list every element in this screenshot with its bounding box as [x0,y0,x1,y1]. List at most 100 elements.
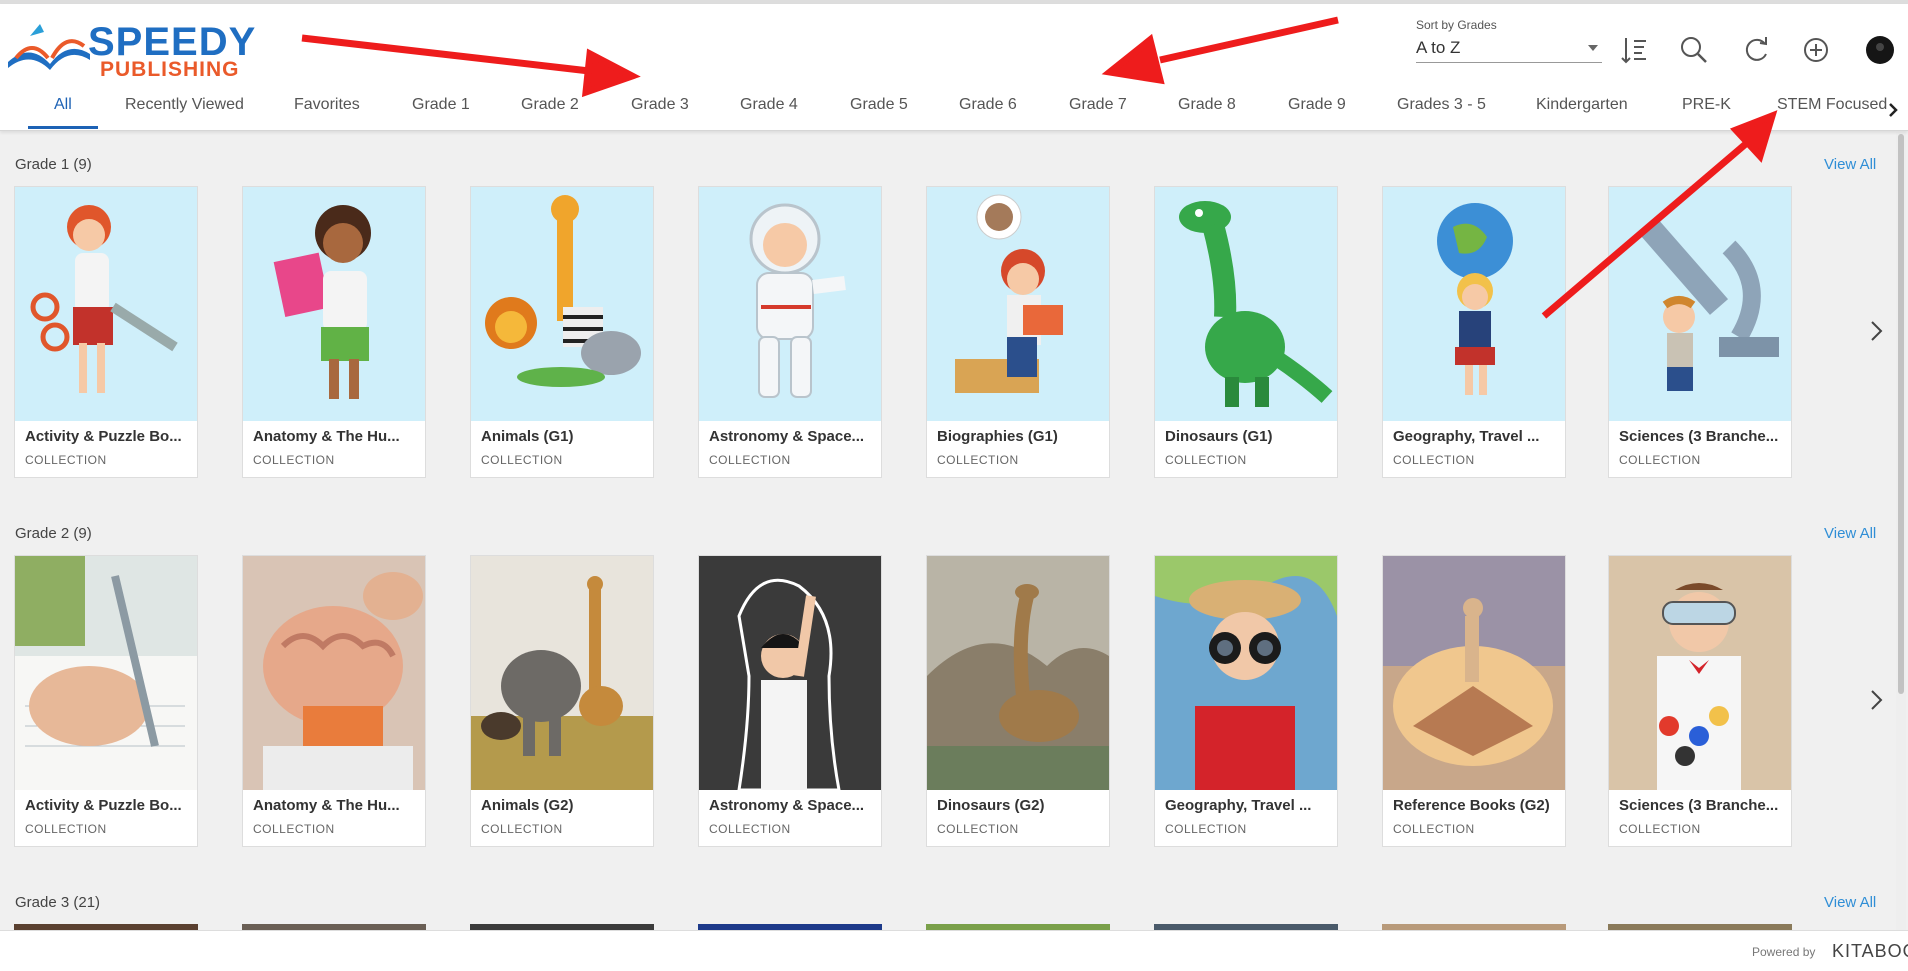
collection-card[interactable]: Astronomy & Space... COLLECTION [698,555,882,847]
collection-card[interactable]: Astronomy & Space... COLLECTION [698,186,882,478]
collection-card[interactable]: Sciences (3 Branche... COLLECTION [1608,555,1792,847]
card-title: Anatomy & The Hu... [253,428,400,445]
card-type: COLLECTION [937,822,1019,836]
card-title: Astronomy & Space... [709,797,865,814]
footer: Powered by KITABOO [0,930,1908,971]
refresh-icon[interactable] [1738,32,1774,68]
card-thumbnail [243,556,425,790]
collection-card[interactable]: Dinosaurs (G2) COLLECTION [926,555,1110,847]
book-logo-icon [8,24,90,70]
card-title: Animals (G2) [481,797,574,814]
powered-by-label: Powered by [1752,945,1816,959]
tab-grade-4[interactable]: Grade 4 [740,96,798,114]
collection-card[interactable]: Biographies (G1) COLLECTION [926,186,1110,478]
sort-order-icon[interactable] [1616,32,1652,68]
card-type: COLLECTION [253,822,335,836]
tab-grade-3[interactable]: Grade 3 [631,96,689,114]
tab-grade-2[interactable]: Grade 2 [521,96,579,114]
card-title: Astronomy & Space... [709,428,865,445]
card-thumbnail [1609,556,1791,790]
card-type: COLLECTION [1619,822,1701,836]
tab-all[interactable]: All [54,96,72,114]
card-thumbnail [699,556,881,790]
collection-card[interactable]: Geography, Travel ... COLLECTION [1154,555,1338,847]
collection-card[interactable]: Anatomy & The Hu... COLLECTION [242,555,426,847]
collection-card[interactable]: Animals (G1) COLLECTION [470,186,654,478]
add-icon[interactable] [1798,32,1834,68]
tab-kindergarten[interactable]: Kindergarten [1536,96,1628,114]
card-title: Animals (G1) [481,428,574,445]
card-title: Reference Books (G2) [1393,797,1550,814]
card-type: COLLECTION [253,453,335,467]
card-title: Biographies (G1) [937,428,1058,445]
tab-grade-7[interactable]: Grade 7 [1069,96,1127,114]
collection-card[interactable]: Reference Books (G2) COLLECTION [1382,555,1566,847]
kitaboo-logo: KITABOO [1832,941,1908,961]
card-title: Geography, Travel ... [1393,428,1540,445]
card-thumbnail [15,556,197,790]
sort-dropdown[interactable]: A to Z [1416,34,1602,63]
card-thumbnail [1383,556,1565,790]
card-thumbnail [1383,187,1565,421]
card-thumbnail [243,187,425,421]
collection-card[interactable]: Sciences (3 Branche... COLLECTION [1608,186,1792,478]
grade-tabs: All Recently Viewed Favorites Grade 1 Gr… [0,82,1908,130]
row-next-icon[interactable] [1864,316,1888,346]
card-thumbnail [699,187,881,421]
card-title: Activity & Puzzle Bo... [25,797,182,814]
tab-grade-8[interactable]: Grade 8 [1178,96,1236,114]
card-thumbnail [15,187,197,421]
search-icon[interactable] [1676,32,1712,68]
tab-grade-9[interactable]: Grade 9 [1288,96,1346,114]
tab-grade-5[interactable]: Grade 5 [850,96,908,114]
card-title: Activity & Puzzle Bo... [25,428,182,445]
app-header: SPEEDY PUBLISHING Sort by Grades A to Z … [0,4,1908,131]
collection-card[interactable]: Anatomy & The Hu... COLLECTION [242,186,426,478]
collection-card[interactable]: Activity & Puzzle Bo... COLLECTION [14,555,198,847]
view-all-grade-2[interactable]: View All [1824,525,1876,542]
section-title-grade-1: Grade 1 (9) [15,156,92,173]
card-title: Sciences (3 Branche... [1619,797,1779,814]
brand-subname: PUBLISHING [100,58,240,81]
card-type: COLLECTION [25,822,107,836]
tab-grades-3-5[interactable]: Grades 3 - 5 [1397,96,1486,114]
tab-stem-focused[interactable]: STEM Focused [1777,96,1887,114]
brand-logo[interactable]: SPEEDY PUBLISHING [4,18,255,82]
card-thumbnail [1155,187,1337,421]
tab-grade-1[interactable]: Grade 1 [412,96,470,114]
active-tab-indicator [28,126,98,129]
scrollbar-thumb[interactable] [1898,134,1904,694]
card-type: COLLECTION [25,453,107,467]
tab-recently-viewed[interactable]: Recently Viewed [125,96,244,114]
collection-card[interactable]: Activity & Puzzle Bo... COLLECTION [14,186,198,478]
section-title-grade-3: Grade 3 (21) [15,894,101,911]
card-thumbnail [1155,556,1337,790]
collection-card[interactable]: Geography, Travel ... COLLECTION [1382,186,1566,478]
card-type: COLLECTION [1165,822,1247,836]
card-thumbnail [927,556,1109,790]
avatar[interactable] [1862,32,1898,68]
tab-favorites[interactable]: Favorites [294,96,360,114]
sort-label: Sort by Grades [1416,18,1497,32]
card-type: COLLECTION [709,453,791,467]
card-type: COLLECTION [709,822,791,836]
library-content: Grade 1 (9) View All Activity & Puzzle B… [0,130,1908,930]
sort-value: A to Z [1416,38,1461,57]
view-all-grade-3[interactable]: View All [1824,894,1876,911]
tab-grade-6[interactable]: Grade 6 [959,96,1017,114]
row-next-icon[interactable] [1864,685,1888,715]
section-title-grade-2: Grade 2 (9) [15,525,92,542]
view-all-grade-1[interactable]: View All [1824,156,1876,173]
collection-card[interactable]: Dinosaurs (G1) COLLECTION [1154,186,1338,478]
card-thumbnail [1609,187,1791,421]
card-type: COLLECTION [1393,822,1475,836]
tabs-next-icon[interactable] [1884,100,1902,120]
card-type: COLLECTION [481,453,563,467]
card-title: Anatomy & The Hu... [253,797,400,814]
card-thumbnail [471,187,653,421]
card-title: Geography, Travel ... [1165,797,1312,814]
card-title: Dinosaurs (G2) [937,797,1045,814]
tab-pre-k[interactable]: PRE-K [1682,96,1731,114]
collection-card[interactable]: Animals (G2) COLLECTION [470,555,654,847]
card-thumbnail [471,556,653,790]
